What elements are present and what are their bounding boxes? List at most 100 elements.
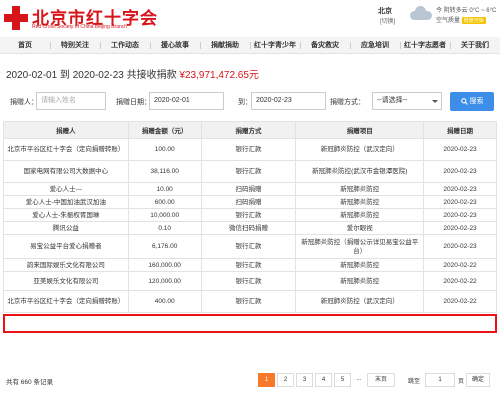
col-method: 捐赠方式 (200, 121, 297, 139)
nav-item-volunteers[interactable]: 红十字志愿者 (400, 37, 450, 53)
table-row: 北京市平谷区红十字会（定向捐赠转账） 400.00 银行汇款 新冠肺炎防控（武汉… (3, 290, 497, 313)
cell-method: 银行汇款 (200, 208, 297, 222)
pagination: 1 2 3 4 5 ... 末页 (258, 373, 397, 387)
date-from-input[interactable]: 2020-02-01 (149, 92, 224, 110)
air-quality-badge: 轻度污染 (461, 17, 486, 24)
col-amount: 捐赠金额（元） (127, 121, 202, 139)
date-label: 捐赠日期： (116, 99, 151, 106)
search-icon (460, 97, 468, 105)
filter-bar: 捐赠人： 请输入姓名 捐赠日期： 2020-02-01 到： 2020-02-2… (0, 92, 500, 112)
table-row: 韵来国际娱乐文化有限公司 160,000.00 银行汇款 新冠肺炎防控 2020… (3, 258, 497, 272)
cell-project: 新冠肺炎防控（武汉定向） (295, 290, 425, 313)
table-row: 爱心人士-朱振权胥国琳 10,000.00 银行汇款 新冠肺炎防控 2020-0… (3, 208, 497, 222)
cell-project: 新冠肺炎防控 (295, 271, 425, 291)
page-button-2[interactable]: 2 (277, 373, 294, 387)
table-row: 爱心人士--- 10.00 扫码捐赠 新冠肺炎防控 2020-02-23 (3, 182, 497, 196)
cell-method: 银行汇款 (200, 234, 297, 259)
search-button-label: 搜索 (469, 98, 484, 105)
page-button-4[interactable]: 4 (315, 373, 332, 387)
cell-donor: 爱心人士--- (3, 182, 129, 196)
method-label: 捐赠方式： (330, 99, 365, 106)
table-row-highlighted: 亚美娱乐文化有限公司 120,000.00 银行汇款 新冠肺炎防控 2020-0… (3, 271, 497, 291)
cell-amount: 100.00 (127, 138, 202, 161)
date-to-input[interactable]: 2020-02-23 (251, 92, 326, 110)
cell-method: 银行汇款 (200, 258, 297, 272)
cell-method: 银行汇款 (200, 290, 297, 313)
date-to-label: 到： (238, 99, 252, 106)
cell-date: 2020-02-22 (423, 290, 497, 313)
weather-forecast: 今 阴转多云 0°C ~ 6°C (436, 8, 497, 14)
nav-item-about[interactable]: 关于我们 (450, 37, 500, 53)
cell-project: 爱尔眼视 (295, 221, 425, 235)
nav-item-emergency-training[interactable]: 应急培训 (350, 37, 400, 53)
nav-item-donations[interactable]: 捐献捐助 (200, 37, 250, 53)
cloudy-weather-icon (410, 6, 432, 20)
last-page-button[interactable]: 末页 (367, 373, 395, 387)
summary-amount: ¥23,971,472.65元 (179, 70, 259, 81)
cell-amount: 600.00 (127, 195, 202, 209)
cell-amount: 38,116.00 (127, 160, 202, 183)
cell-amount: 10.00 (127, 182, 202, 196)
cell-donor: 国家电网有限公司大数据中心 (3, 160, 129, 183)
cell-project: 新冠肺炎防控 (295, 208, 425, 222)
donor-input[interactable]: 请输入姓名 (36, 92, 106, 110)
jump-confirm-button[interactable]: 确定 (466, 373, 490, 387)
page-button-5[interactable]: 5 (334, 373, 351, 387)
cell-donor: 亚美娱乐文化有限公司 (3, 271, 129, 291)
site-subtitle: Red Cross Society of China Beijing Branc… (32, 24, 128, 30)
city-switch-link[interactable]: [切换] (380, 16, 395, 25)
nav-item-home[interactable]: 首页 (0, 37, 50, 53)
cell-amount: 120,000.00 (127, 271, 202, 291)
table-row: 北京市平谷区红十字会（定向捐赠转账） 100.00 银行汇款 新冠肺炎防控（武汉… (3, 138, 497, 161)
donation-summary: 2020-02-01 到 2020-02-23 共接收捐款 ¥23,971,47… (6, 66, 259, 81)
nav-item-youth[interactable]: 红十字青少年 (250, 37, 300, 53)
red-cross-logo-icon[interactable] (4, 6, 28, 30)
cell-date: 2020-02-23 (423, 182, 497, 196)
table-header-row: 捐赠人 捐赠金额（元） 捐赠方式 捐赠项目 捐赠日期 (3, 121, 497, 139)
cell-donor: 腾讯公益 (3, 221, 129, 235)
cell-amount: 0.10 (127, 221, 202, 235)
cell-donor: 易宝公益平台爱心捐赠者 (3, 234, 129, 259)
cell-method: 扫码捐赠 (200, 195, 297, 209)
table-row: 爱心人士-中国加油武汉加油 600.00 扫码捐赠 新冠肺炎防控 2020-02… (3, 195, 497, 209)
cell-date: 2020-02-23 (423, 234, 497, 259)
cell-project: 新冠肺炎防控 (295, 195, 425, 209)
method-selected: --请选择-- (377, 97, 408, 104)
nav-item-work-news[interactable]: 工作动态 (100, 37, 150, 53)
cell-method: 银行汇款 (200, 160, 297, 183)
cell-method: 微信扫码捐赠 (200, 221, 297, 235)
nav-item-stories[interactable]: 援心故事 (150, 37, 200, 53)
cell-project: 新冠肺炎防控（武汉定向） (295, 138, 425, 161)
air-quality: 空气质量 轻度污染 (436, 15, 486, 24)
cell-donor: 北京市平谷区红十字会（定向捐赠转账） (3, 290, 129, 313)
cell-date: 2020-02-23 (423, 160, 497, 183)
cell-project: 新冠肺炎防控 (295, 258, 425, 272)
main-nav: 首页 特别关注 工作动态 援心故事 捐献捐助 红十字青少年 备灾救灾 应急培训 … (0, 37, 500, 54)
cell-date: 2020-02-23 (423, 208, 497, 222)
air-quality-label: 空气质量 (436, 18, 461, 24)
page-button-3[interactable]: 3 (296, 373, 313, 387)
page-button-1[interactable]: 1 (258, 373, 275, 387)
cell-amount: 6,176.00 (127, 234, 202, 259)
total-records: 共有 660 条记录 (6, 379, 53, 386)
highlight-box (3, 314, 497, 333)
cell-donor: 爱心人士-朱振权胥国琳 (3, 208, 129, 222)
cell-project: 新冠肺炎防控(武汉市金银潭医院) (295, 160, 425, 183)
nav-item-special-focus[interactable]: 特别关注 (50, 37, 100, 53)
jump-page-suffix: 页 (458, 379, 465, 385)
jump-page-input[interactable]: 1 (425, 373, 455, 387)
donations-table: 捐赠人 捐赠金额（元） 捐赠方式 捐赠项目 捐赠日期 北京市平谷区红十字会（定向… (3, 121, 497, 313)
summary-prefix: 2020-02-01 到 2020-02-23 共接收捐款 (6, 70, 177, 81)
cell-method: 扫码捐赠 (200, 182, 297, 196)
nav-item-disaster-relief[interactable]: 备灾救灾 (300, 37, 350, 53)
method-select[interactable]: --请选择-- (372, 92, 442, 110)
cell-amount: 160,000.00 (127, 258, 202, 272)
cell-date: 2020-02-22 (423, 258, 497, 272)
page-ellipsis: ... (353, 373, 365, 387)
search-button[interactable]: 搜索 (450, 92, 494, 111)
cell-donor: 北京市平谷区红十字会（定向捐赠转账） (3, 138, 129, 161)
donor-label: 捐赠人： (10, 99, 38, 106)
cell-date: 2020-02-23 (423, 138, 497, 161)
cell-date: 2020-02-23 (423, 221, 497, 235)
col-project: 捐赠项目 (295, 121, 425, 139)
